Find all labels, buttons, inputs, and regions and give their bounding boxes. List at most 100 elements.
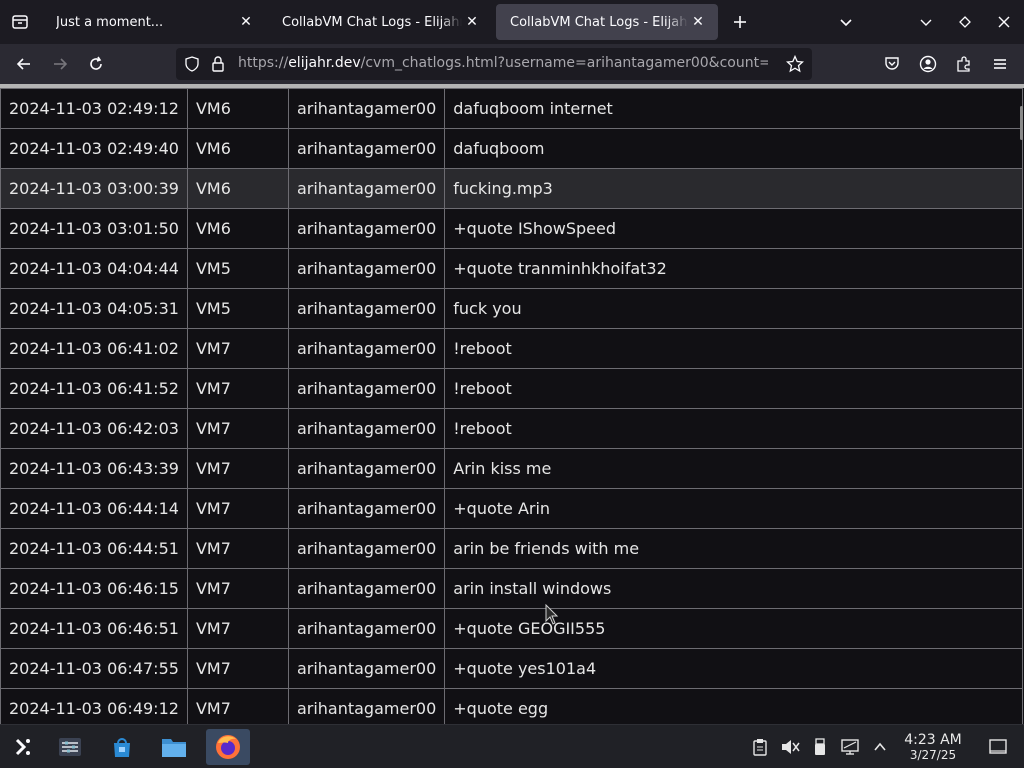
mouse-cursor-icon [545,603,559,630]
tab-collabvm-chat-logs[interactable]: CollabVM Chat Logs - Elijahr's ✕ [268,4,492,40]
forward-arrow-icon[interactable] [46,50,74,78]
vm-cell: VM7 [186,688,289,724]
vm-cell: VM7 [186,368,289,409]
taskbar: 4:23 AM 3/27/25 [0,724,1024,768]
message-cell: +quote IShowSpeed [444,208,1023,249]
tab-title: CollabVM Chat Logs - Elijahr's [282,14,462,30]
timestamp-cell: 2024-11-03 06:41:52 [0,368,188,409]
message-cell: !reboot [444,408,1023,449]
close-icon[interactable]: ✕ [462,12,482,32]
clock-date: 3/27/25 [909,748,957,762]
firefox-taskbar-icon[interactable] [206,729,250,765]
extensions-puzzle-icon[interactable] [950,50,978,78]
vm-cell: VM7 [186,648,289,689]
tab-title: Just a moment... [56,14,164,30]
table-row: 2024-11-03 06:44:51 VM7 arihantagamer00 ari… [0,528,1023,569]
volume-muted-icon[interactable] [780,737,800,757]
file-manager-folder-icon[interactable] [156,729,192,765]
table-row: 2024-11-03 03:01:50 VM6 arihantagamer00 +qu… [0,208,1023,249]
timestamp-cell: 2024-11-03 04:04:44 [0,248,188,289]
timestamp-cell: 2024-11-03 06:43:39 [0,448,188,489]
username-cell: arihantagamer00 [287,488,446,529]
url-path: /cvm_chatlogs.html?username=arihantagame… [360,55,768,71]
tab-overflow-chevron-down-icon[interactable] [832,8,860,36]
username-cell: arihantagamer00 [287,648,446,689]
timestamp-cell: 2024-11-03 06:49:12 [0,688,188,724]
vm-cell: VM6 [186,88,289,129]
clock-time: 4:23 AM [904,732,962,748]
tab-strip: Just a moment... ✕ CollabVM Chat Logs - … [0,0,1024,44]
table-row: 2024-11-03 02:49:12 VM6 arihantagamer00 daf… [0,88,1023,129]
window-close-icon[interactable] [990,8,1018,36]
message-cell: +quote tranminhkhoifat32 [444,248,1023,289]
timestamp-cell: 2024-11-03 06:44:14 [0,488,188,529]
vm-cell: VM5 [186,288,289,329]
account-icon[interactable] [914,50,942,78]
username-cell: arihantagamer00 [287,288,446,329]
username-cell: arihantagamer00 [287,208,446,249]
digital-clock[interactable]: 4:23 AM 3/27/25 [898,732,968,762]
message-cell: dafuqboom internet [444,88,1023,129]
table-row: 2024-11-03 06:46:51 VM7 arihantagamer00 +qu… [0,608,1023,649]
timestamp-cell: 2024-11-03 06:46:51 [0,608,188,649]
pocket-icon[interactable] [878,50,906,78]
vm-cell: VM6 [186,128,289,169]
table-row: 2024-11-03 06:41:02 VM7 arihantagamer00 !re… [0,328,1023,369]
vm-cell: VM7 [186,448,289,489]
username-cell: arihantagamer00 [287,88,446,129]
chat-log-table: 2024-11-03 02:49:12 VM6 arihantagamer00 daf… [0,88,1023,724]
vm-cell: VM7 [186,488,289,529]
table-row: 2024-11-03 06:43:39 VM7 arihantagamer00 Ari… [0,448,1023,489]
vm-cell: VM6 [186,168,289,209]
username-cell: arihantagamer00 [287,168,446,209]
timestamp-cell: 2024-11-03 03:00:39 [0,168,188,209]
username-cell: arihantagamer00 [287,448,446,489]
message-cell: Arin kiss me [444,448,1023,489]
address-bar[interactable]: https://elijahr.dev/cvm_chatlogs.html?us… [176,48,812,80]
close-icon[interactable]: ✕ [236,12,256,32]
timestamp-cell: 2024-11-03 06:41:02 [0,328,188,369]
scrollbar-thumb[interactable] [1020,106,1023,140]
table-row: 2024-11-03 06:49:12 VM7 arihantagamer00 +qu… [0,688,1023,724]
lock-icon[interactable] [210,55,226,77]
message-cell: !reboot [444,328,1023,369]
message-cell: dafuqboom [444,128,1023,169]
table-row: 2024-11-03 06:46:15 VM7 arihantagamer00 ari… [0,568,1023,609]
show-hidden-icons-chevron-up-icon[interactable] [870,737,890,757]
timestamp-cell: 2024-11-03 06:42:03 [0,408,188,449]
message-cell: !reboot [444,368,1023,409]
tracking-protection-shield-icon[interactable] [184,56,200,76]
message-cell: arin be friends with me [444,528,1023,569]
clipboard-icon[interactable] [750,737,770,757]
minimize-chevron-icon[interactable] [912,8,940,36]
maximize-diamond-icon[interactable] [951,8,979,36]
hamburger-menu-icon[interactable] [986,50,1014,78]
table-row: 2024-11-03 06:47:55 VM7 arihantagamer00 +qu… [0,648,1023,689]
timestamp-cell: 2024-11-03 02:49:12 [0,88,188,129]
usb-device-icon[interactable] [810,737,830,757]
vertical-scrollbar[interactable] [1018,84,1024,724]
show-desktop-icon[interactable] [988,737,1008,757]
bookmark-star-icon[interactable] [785,54,805,77]
list-all-tabs-icon[interactable] [6,8,34,36]
application-launcher-icon[interactable] [4,729,40,765]
system-settings-icon[interactable] [52,729,88,765]
table-row: 2024-11-03 06:42:03 VM7 arihantagamer00 !re… [0,408,1023,449]
vm-cell: VM7 [186,608,289,649]
username-cell: arihantagamer00 [287,368,446,409]
tab-just-a-moment[interactable]: Just a moment... ✕ [42,4,266,40]
timestamp-cell: 2024-11-03 04:05:31 [0,288,188,329]
url-text[interactable]: https://elijahr.dev/cvm_chatlogs.html?us… [238,55,768,71]
timestamp-cell: 2024-11-03 06:44:51 [0,528,188,569]
page-content: 2024-11-03 02:49:12 VM6 arihantagamer00 daf… [0,84,1024,724]
table-row: 2024-11-03 04:04:44 VM5 arihantagamer00 +qu… [0,248,1023,289]
network-wired-icon[interactable] [840,737,860,757]
username-cell: arihantagamer00 [287,568,446,609]
new-tab-icon[interactable] [726,8,754,36]
close-icon[interactable]: ✕ [688,12,708,32]
discover-store-icon[interactable] [104,729,140,765]
tab-collabvm-chat-logs-active[interactable]: CollabVM Chat Logs - Elijahr's ✕ [496,4,718,40]
back-arrow-icon[interactable] [10,50,38,78]
reload-icon[interactable] [82,50,110,78]
message-cell: +quote GEOGII555 [444,608,1023,649]
